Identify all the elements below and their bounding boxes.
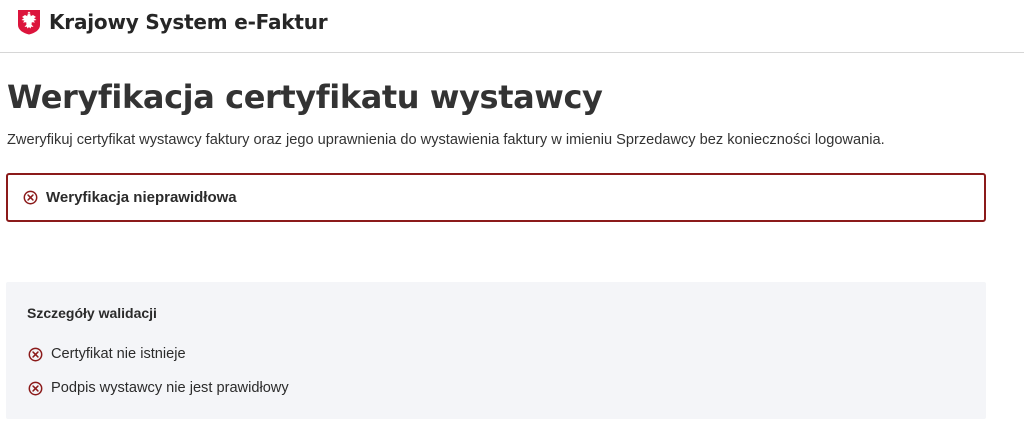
polish-eagle-emblem-icon [18,10,40,35]
validation-item-label: Podpis wystawcy nie jest prawidłowy [51,380,289,396]
alert-message: Weryfikacja nieprawidłowa [46,189,237,206]
top-bar: Krajowy System e-Faktur [0,0,1024,53]
verification-result-alert: Weryfikacja nieprawidłowa [6,173,986,222]
validation-item-label: Certyfikat nie istnieje [51,346,186,362]
validation-item: Podpis wystawcy nie jest prawidłowy [28,380,289,396]
error-circle-x-icon [28,381,43,395]
brand-name: Krajowy System e-Faktur [49,10,328,34]
validation-details-title: Szczegóły walidacji [27,305,157,321]
error-circle-x-icon [28,347,43,361]
validation-details-panel: Szczegóły walidacji Certyfikat nie istni… [6,282,986,419]
error-circle-x-icon [23,190,38,205]
page-description: Zweryfikuj certyfikat wystawcy faktury o… [7,132,885,148]
page-title: Weryfikacja certyfikatu wystawcy [7,78,603,116]
validation-item: Certyfikat nie istnieje [28,346,186,362]
brand[interactable]: Krajowy System e-Faktur [17,8,328,36]
